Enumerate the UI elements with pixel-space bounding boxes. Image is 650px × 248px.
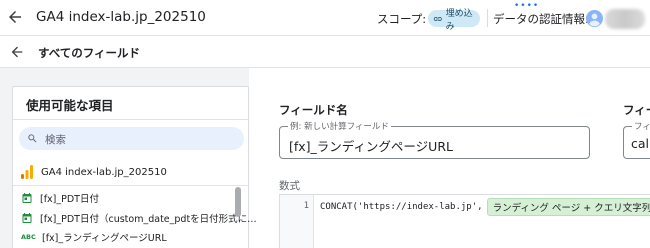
field-breadcrumb-bar: すべてのフィールド <box>0 36 650 68</box>
list-item[interactable]: [fx]_PDT日付（custom_date_pdtを日付形式に… <box>21 211 257 225</box>
line-number: 1 <box>303 201 309 211</box>
avatar-icon[interactable] <box>586 10 603 27</box>
field-name-value: [fx]_ランディングページURL <box>289 139 453 154</box>
field-label: [fx]_ランディングページURL <box>42 233 167 244</box>
field-label: [fx]_PDT日付（custom_date_pdtを日付形式に… <box>40 214 257 225</box>
back-arrow-icon[interactable] <box>6 8 24 26</box>
header-divider <box>487 9 488 27</box>
formula-code: CONCAT('https://index-lab.jp', <box>320 202 483 212</box>
field-label: [fx]_PDT日付 <box>40 194 99 205</box>
formula-line[interactable]: CONCAT('https://index-lab.jp', ランディング ペー… <box>320 198 650 216</box>
field-id-label: フィー <box>623 103 650 117</box>
formula-editor[interactable]: 1 CONCAT('https://index-lab.jp', ランディング … <box>279 194 650 248</box>
field-id-legend: フィ <box>632 120 650 132</box>
scrollbar[interactable] <box>235 187 241 217</box>
field-token-pill[interactable]: ランディング ページ + クエリ文字列 <box>486 198 650 216</box>
field-name-label: フィールド名 <box>279 103 348 117</box>
report-title: GA4 index-lab.jp_202510 <box>36 9 206 25</box>
formula-label: 数式 <box>279 180 300 192</box>
credentials-label: データの認証情報: <box>493 12 589 26</box>
blurred-account-name <box>605 9 645 29</box>
scope-chip[interactable]: 埋め込み <box>428 9 480 32</box>
link-icon <box>433 16 442 21</box>
field-name-legend: 例: 新しい計算フィールド <box>288 120 391 132</box>
all-fields-label: すべてのフィールド <box>38 46 141 60</box>
loading-dots: •••• <box>514 1 540 11</box>
text-type-icon: ABC <box>21 233 36 241</box>
app-header: GA4 index-lab.jp_202510 •••• スコープ: 埋め込み … <box>0 0 650 36</box>
scope-label: スコープ: <box>377 12 427 26</box>
data-source-name: GA4 index-lab.jp_202510 <box>41 166 167 178</box>
data-source-item[interactable]: GA4 index-lab.jp_202510 <box>21 164 167 180</box>
divider <box>13 119 248 120</box>
calendar-icon <box>22 213 32 223</box>
calendar-icon <box>22 193 32 203</box>
field-id-value: cal <box>631 136 650 151</box>
search-icon <box>28 134 37 143</box>
divider <box>13 185 248 186</box>
line-gutter: 1 <box>280 195 314 248</box>
search-input[interactable]: 検索 <box>19 127 244 150</box>
list-item[interactable]: ABC [fx]_ランディングページURL <box>21 230 167 244</box>
field-id-input[interactable]: フィ cal <box>623 120 650 159</box>
field-name-input[interactable]: 例: 新しい計算フィールド [fx]_ランディングページURL <box>279 120 590 159</box>
analytics-icon <box>21 165 33 179</box>
back-arrow-icon[interactable] <box>9 44 25 60</box>
panel-heading: 使用可能な項目 <box>26 98 114 113</box>
list-item[interactable]: [fx]_PDT日付 <box>21 191 99 205</box>
search-placeholder: 検索 <box>45 134 66 146</box>
scope-chip-label: 埋め込み <box>445 8 473 32</box>
available-fields-panel: 使用可能な項目 検索 GA4 index-lab.jp_202510 [fx]_… <box>12 86 257 248</box>
